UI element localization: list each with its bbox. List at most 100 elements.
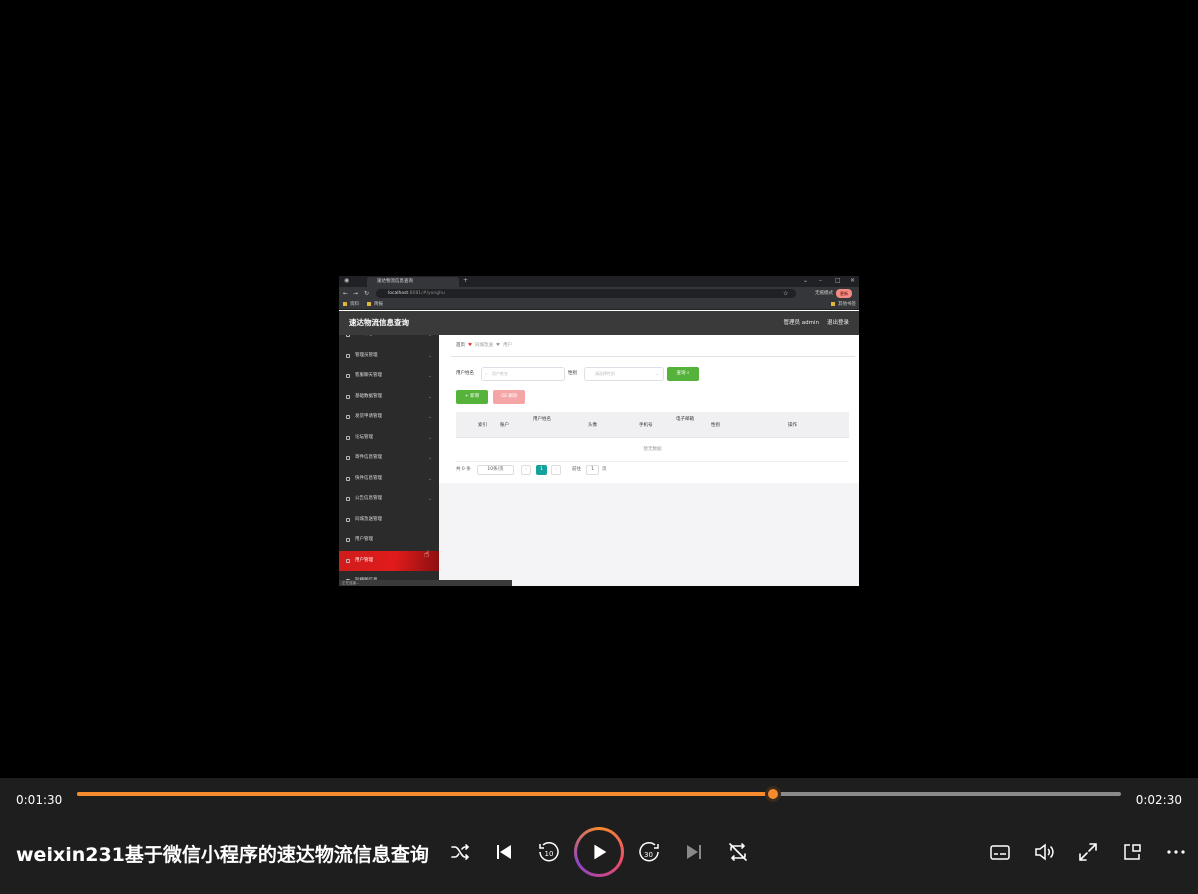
incognito-label: 无痕模式: [815, 291, 833, 296]
menu-icon: [346, 497, 350, 501]
menu-icon: [346, 374, 350, 378]
new-tab-icon[interactable]: +: [463, 276, 468, 286]
page-number-current[interactable]: 1: [536, 465, 547, 475]
sidebar-item[interactable]: 用户管理: [339, 530, 439, 550]
column-header[interactable]: 电子邮箱: [676, 416, 694, 422]
sidebar-item[interactable]: 快件信息管理 ⌄: [339, 469, 439, 489]
update-badge[interactable]: 更新: [836, 289, 852, 298]
pagination: 共 0 条 10条/页 ‹ 1 › 前往 1 页: [456, 465, 849, 475]
sidebar: 个人中心⌄管理员管理⌄客服聊天管理⌄基础数据管理⌄发货申请管理⌄论坛管理⌄寄件信…: [339, 335, 439, 586]
skip-back-icon[interactable]: 10: [536, 840, 560, 864]
sidebar-item-label: 客服聊天管理: [355, 373, 382, 378]
skip-forward-seconds: 30: [644, 851, 653, 859]
logout-link[interactable]: 退出登录: [827, 320, 849, 326]
play-icon: [594, 844, 607, 860]
sidebar-item[interactable]: 论坛管理 ⌄: [339, 428, 439, 448]
address-bar[interactable]: localhost:8081/#/yonghu: [376, 289, 796, 298]
seek-bar[interactable]: [77, 786, 1121, 802]
sidebar-item[interactable]: 客服聊天管理 ⌄: [339, 366, 439, 386]
close-icon[interactable]: ✕: [850, 276, 855, 286]
sidebar-item[interactable]: 基础数据管理 ⌄: [339, 387, 439, 407]
other-bookmarks[interactable]: 其他书签: [831, 300, 856, 310]
main-content: 首页 ♥ 同城急送 ♥ 用户 用户姓名 ⌕ 用户姓名 性别 请选择性别 ⌄ 查询 ⌕ + 新…: [439, 335, 859, 586]
breadcrumb-home[interactable]: 首页: [456, 343, 465, 348]
volume-icon[interactable]: [1032, 840, 1056, 864]
mini-player-icon[interactable]: [1120, 840, 1144, 864]
prev-page-button[interactable]: ‹: [521, 465, 531, 475]
query-button[interactable]: 查询 ⌕: [667, 367, 699, 381]
add-button[interactable]: + 新增: [456, 390, 488, 404]
bookmark-item[interactable]: 资料: [343, 300, 359, 310]
sidebar-item-label: 同城急送管理: [355, 516, 382, 522]
delete-button[interactable]: ⌫ 删除: [493, 390, 525, 404]
menu-icon: [346, 435, 350, 440]
column-header[interactable]: 性别: [711, 422, 720, 428]
column-header[interactable]: 手机号: [639, 422, 653, 428]
column-header[interactable]: 账户: [500, 422, 509, 428]
minimize-icon[interactable]: –: [819, 276, 822, 286]
next-icon[interactable]: [682, 840, 706, 864]
bookmark-item[interactable]: 简报: [367, 300, 383, 310]
more-options-icon[interactable]: [1164, 840, 1188, 864]
reload-icon[interactable]: ↻: [364, 288, 369, 299]
sidebar-item-label: 快件信息管理: [355, 475, 382, 481]
total-time: 0:02:30: [1135, 793, 1182, 807]
sidebar-item[interactable]: 个人中心 ⌄: [339, 335, 439, 345]
seek-thumb[interactable]: [765, 786, 782, 802]
sidebar-item[interactable]: 管理员管理 ⌄: [339, 346, 439, 366]
name-search-input[interactable]: ⌕ 用户姓名: [481, 367, 565, 381]
page-size-select[interactable]: 10条/页: [477, 465, 514, 475]
chevron-down-icon: ⌄: [427, 373, 432, 379]
folder-icon: [343, 301, 347, 306]
content-panel: 首页 ♥ 同城急送 ♥ 用户 用户姓名 ⌕ 用户姓名 性别 请选择性别 ⌄ 查询 ⌕ + 新…: [439, 335, 859, 483]
sidebar-item[interactable]: 同城急送管理: [339, 510, 439, 530]
user-label: 管理员 admin: [783, 320, 819, 326]
sidebar-item[interactable]: 公告信息管理 ⌄: [339, 489, 439, 509]
sidebar-item[interactable]: 发货申请管理 ⌄: [339, 407, 439, 427]
url-path: :8081/#/yonghu: [408, 291, 445, 296]
sidebar-item-label: 用户管理: [355, 557, 373, 563]
play-button[interactable]: [574, 827, 624, 877]
column-header[interactable]: 头像: [588, 422, 597, 428]
next-page-button[interactable]: ›: [551, 465, 561, 475]
bookmarks-bar: 资料 简报 其他书签: [339, 300, 859, 310]
sidebar-item-label: 管理员管理: [355, 352, 378, 358]
subtitles-icon[interactable]: [988, 840, 1012, 864]
repeat-off-icon[interactable]: [726, 840, 750, 864]
goto-input[interactable]: 1: [586, 465, 599, 475]
forward-icon[interactable]: →: [353, 288, 358, 299]
gender-select[interactable]: 请选择性别 ⌄: [584, 367, 664, 381]
back-icon[interactable]: ←: [343, 288, 348, 299]
tab-title: 速达物流信息查询: [377, 279, 413, 284]
browser-tab[interactable]: 速达物流信息查询: [367, 277, 459, 287]
chevron-down-icon: ⌄: [655, 371, 659, 376]
heart-icon: ♥: [468, 343, 473, 348]
chevron-down-icon: ⌄: [427, 455, 432, 461]
video-canvas[interactable]: ◉ 速达物流信息查询 + ⌄ – □ ✕ ← → ↻ localhost:808…: [0, 0, 1198, 778]
menu-icon: [346, 538, 350, 542]
fullscreen-icon[interactable]: [1076, 840, 1100, 864]
menu-icon: [346, 517, 350, 522]
empty-state: 暂无数据: [456, 438, 849, 462]
maximize-icon[interactable]: □: [835, 276, 841, 286]
column-header[interactable]: 操作: [788, 422, 797, 428]
sidebar-item[interactable]: 寄件信息管理 ⌄: [339, 448, 439, 468]
star-icon[interactable]: ☆: [783, 288, 788, 299]
skip-forward-icon[interactable]: 30: [638, 840, 662, 864]
shuffle-icon[interactable]: [448, 840, 472, 864]
pager-total: 共 0 条: [456, 467, 471, 472]
seek-progress: [77, 792, 774, 796]
menu-icon: [346, 394, 350, 399]
divider: [451, 356, 855, 357]
table-header: 索引 账户 用户姓名头像 手机号 电子邮箱性别 操作: [456, 412, 849, 438]
sidebar-item-label: 用户管理: [355, 537, 373, 542]
player-controls: 0:01:30 0:02:30 weixin231基于微信小程序的速达物流信息查…: [0, 778, 1198, 894]
chevron-down-icon: ⌄: [427, 496, 432, 502]
previous-icon[interactable]: [492, 840, 516, 864]
column-header[interactable]: 索引: [478, 422, 487, 428]
url-host: localhost: [388, 291, 409, 296]
chevron-down-icon: ⌄: [803, 277, 809, 284]
app-title: 速达物流信息查询: [349, 318, 409, 327]
column-header[interactable]: 用户姓名: [533, 416, 551, 422]
browser-tabbar: ◉ 速达物流信息查询 + ⌄ – □ ✕: [339, 276, 859, 287]
